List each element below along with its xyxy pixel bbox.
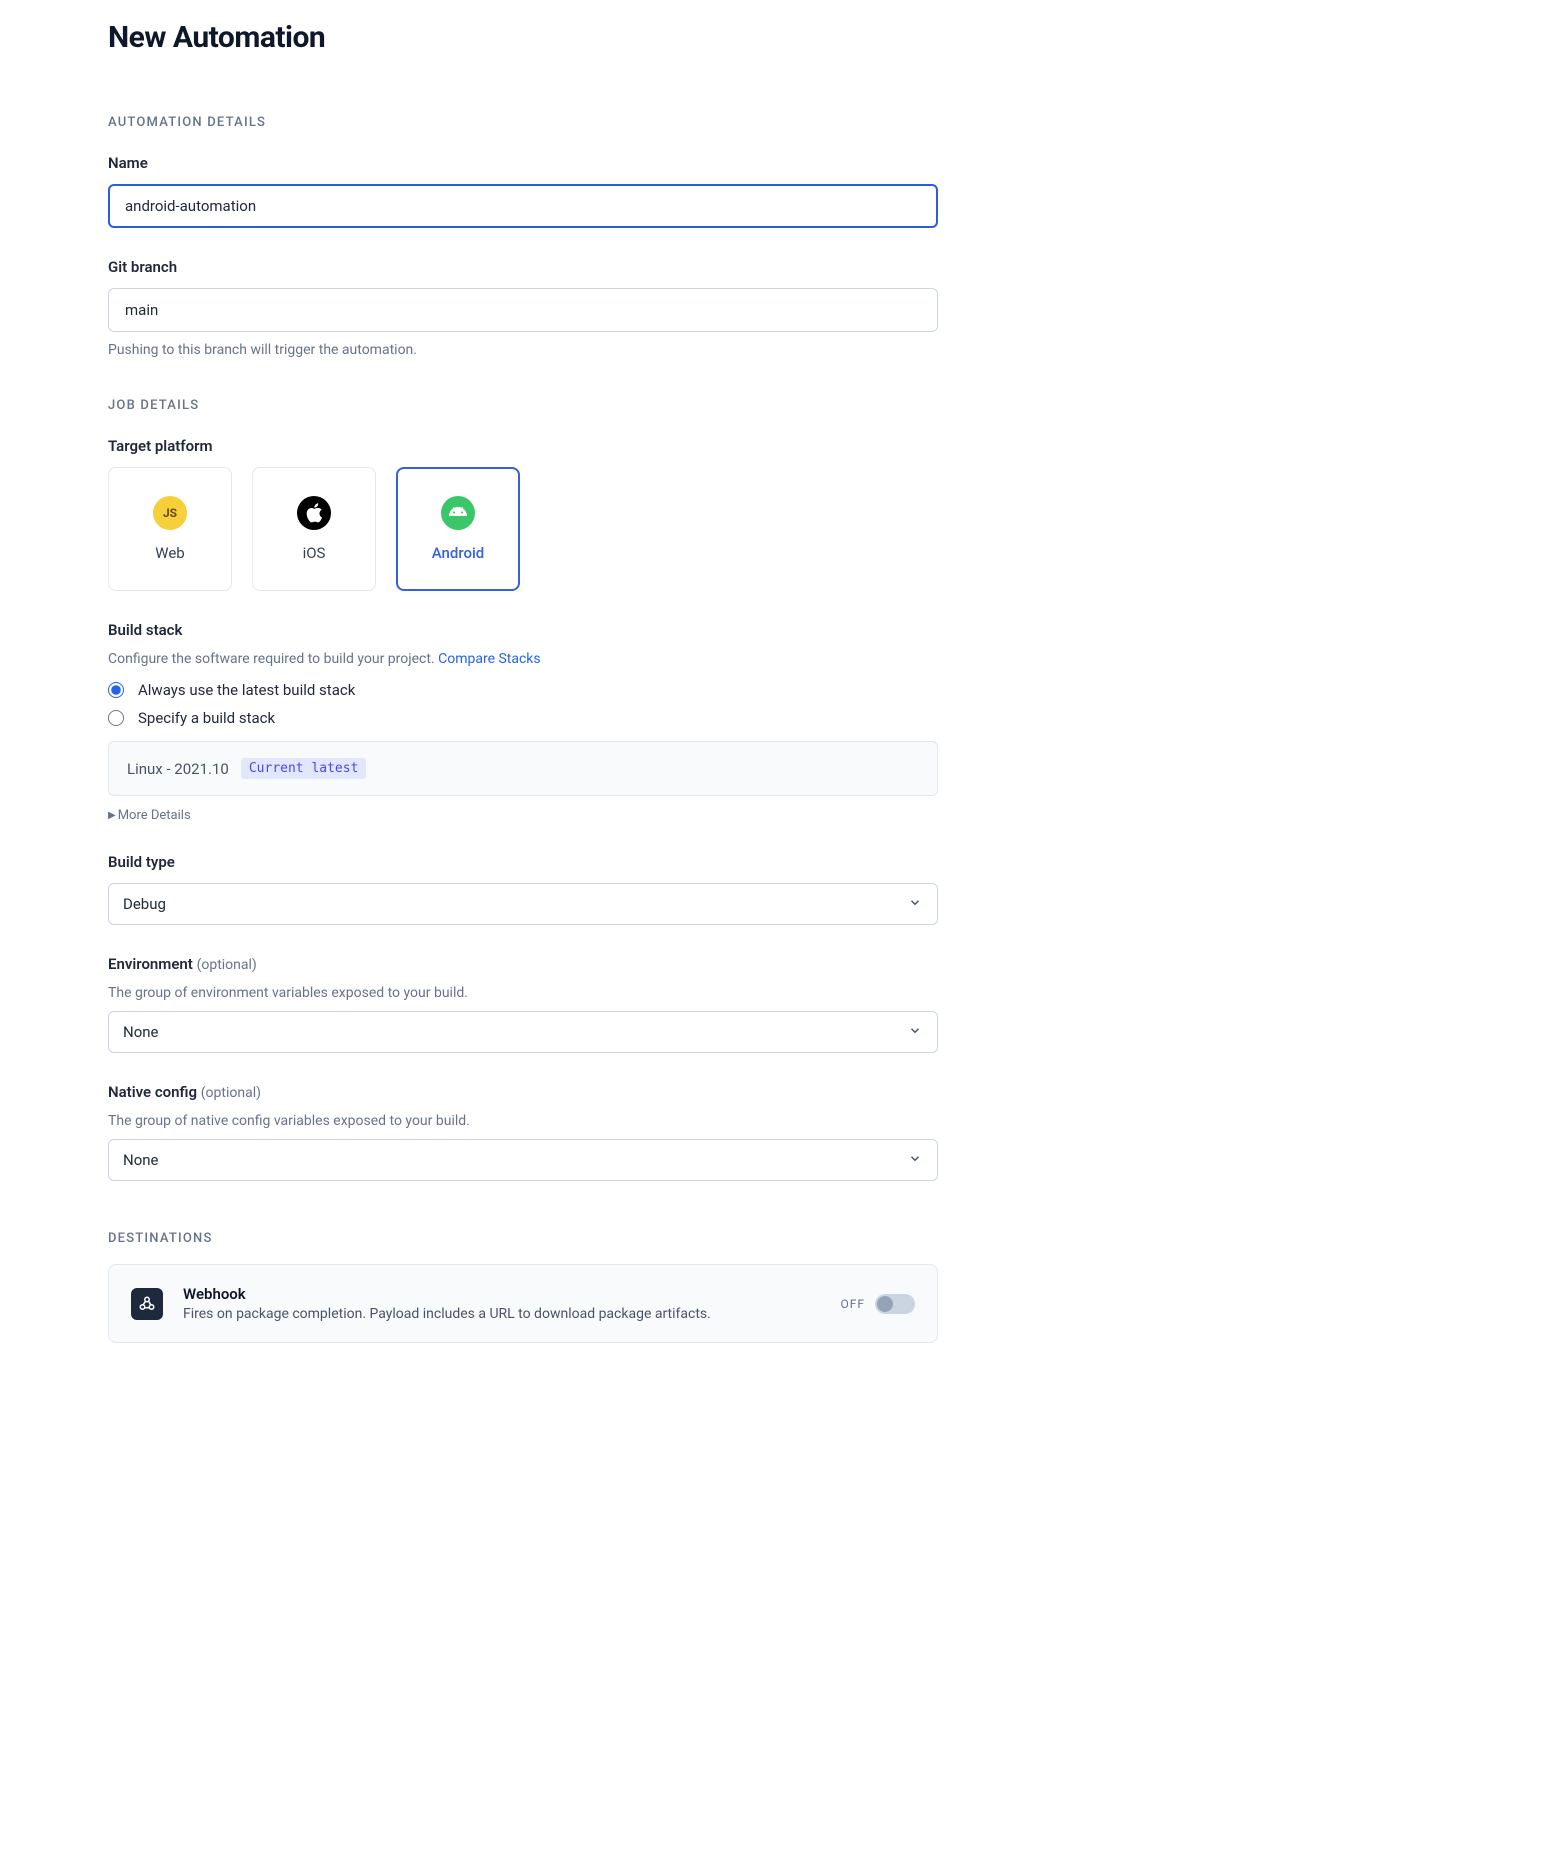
native-config-label: Native config	[108, 1083, 197, 1101]
toggle-knob	[877, 1296, 893, 1312]
platform-label-android: Android	[432, 544, 485, 562]
environment-select[interactable]: None	[108, 1011, 938, 1053]
compare-stacks-link[interactable]: Compare Stacks	[438, 651, 541, 667]
name-input[interactable]	[108, 184, 938, 228]
stack-name: Linux - 2021.10	[127, 760, 229, 778]
native-config-helper: The group of native config variables exp…	[108, 1113, 938, 1129]
build-stack-helper-row: Configure the software required to build…	[108, 651, 938, 667]
webhook-panel: Webhook Fires on package completion. Pay…	[108, 1264, 938, 1343]
js-icon: JS	[153, 496, 187, 530]
triangle-right-icon: ▶	[108, 810, 116, 821]
stack-badge: Current latest	[241, 758, 367, 779]
platform-card-web[interactable]: JS Web	[108, 467, 232, 591]
environment-optional: (optional)	[197, 957, 257, 973]
build-stack-label: Build stack	[108, 621, 938, 639]
webhook-toggle[interactable]	[875, 1294, 915, 1314]
radio-specify[interactable]	[108, 710, 124, 726]
page-title: New Automation	[108, 20, 938, 55]
native-config-optional: (optional)	[201, 1085, 261, 1101]
apple-icon	[297, 496, 331, 530]
platform-card-android[interactable]: Android	[396, 467, 520, 591]
platform-card-ios[interactable]: iOS	[252, 467, 376, 591]
android-icon	[441, 496, 475, 530]
name-label: Name	[108, 154, 938, 172]
section-destinations: DESTINATIONS	[108, 1231, 938, 1246]
platform-label-web: Web	[155, 544, 184, 562]
build-type-label: Build type	[108, 853, 938, 871]
branch-input[interactable]	[108, 288, 938, 332]
webhook-icon	[131, 1288, 163, 1320]
section-automation-details: AUTOMATION DETAILS	[108, 115, 938, 130]
branch-label: Git branch	[108, 258, 938, 276]
radio-latest-label: Always use the latest build stack	[138, 681, 355, 699]
environment-label-row: Environment (optional)	[108, 955, 938, 973]
js-icon-text: JS	[163, 506, 177, 520]
webhook-toggle-label: OFF	[840, 1297, 865, 1311]
radio-latest[interactable]	[108, 682, 124, 698]
build-type-select[interactable]: Debug	[108, 883, 938, 925]
section-job-details: JOB DETAILS	[108, 398, 938, 413]
radio-specify-label: Specify a build stack	[138, 709, 275, 727]
environment-label: Environment	[108, 955, 193, 973]
build-stack-helper: Configure the software required to build…	[108, 651, 435, 667]
stack-box: Linux - 2021.10 Current latest	[108, 741, 938, 796]
more-details-toggle[interactable]: ▶ More Details	[108, 808, 191, 823]
platform-label-ios: iOS	[303, 544, 326, 562]
branch-helper: Pushing to this branch will trigger the …	[108, 342, 938, 358]
webhook-desc: Fires on package completion. Payload inc…	[183, 1306, 820, 1322]
platform-label: Target platform	[108, 437, 938, 455]
native-config-select[interactable]: None	[108, 1139, 938, 1181]
more-details-label: More Details	[118, 808, 191, 823]
webhook-title: Webhook	[183, 1285, 820, 1303]
native-config-label-row: Native config (optional)	[108, 1083, 938, 1101]
environment-helper: The group of environment variables expos…	[108, 985, 938, 1001]
